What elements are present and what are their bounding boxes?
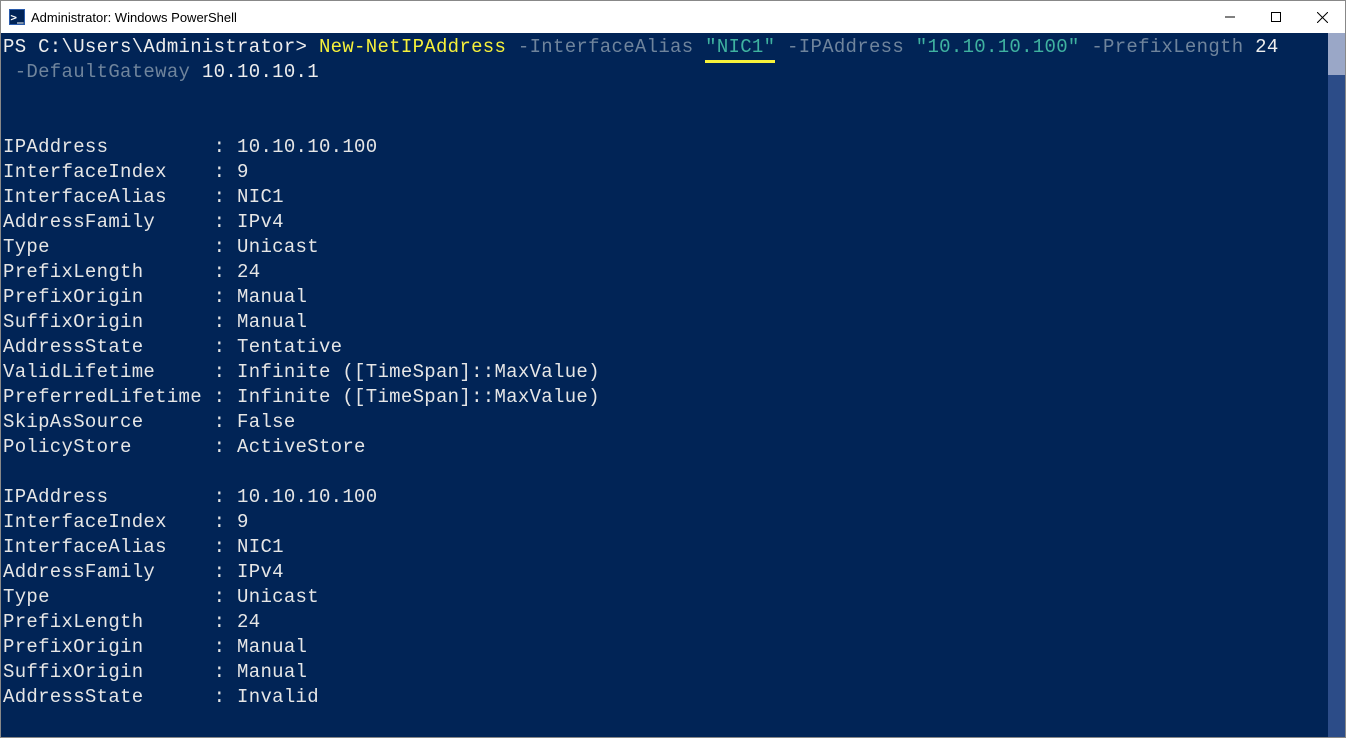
powershell-window: >_ Administrator: Windows PowerShell PS … [0,0,1346,738]
minimize-icon [1225,12,1235,22]
title-bar[interactable]: >_ Administrator: Windows PowerShell [1,1,1345,33]
terminal-output[interactable]: PS C:\Users\Administrator> New-NetIPAddr… [1,33,1328,737]
app-icon: >_ [9,9,25,25]
minimize-button[interactable] [1207,1,1253,33]
close-icon [1317,12,1328,23]
maximize-button[interactable] [1253,1,1299,33]
close-button[interactable] [1299,1,1345,33]
maximize-icon [1271,12,1281,22]
scroll-track[interactable] [1328,33,1345,737]
scroll-thumb[interactable] [1328,33,1345,75]
client-area: PS C:\Users\Administrator> New-NetIPAddr… [1,33,1345,737]
window-title: Administrator: Windows PowerShell [31,10,237,25]
scrollbar[interactable] [1328,33,1345,737]
